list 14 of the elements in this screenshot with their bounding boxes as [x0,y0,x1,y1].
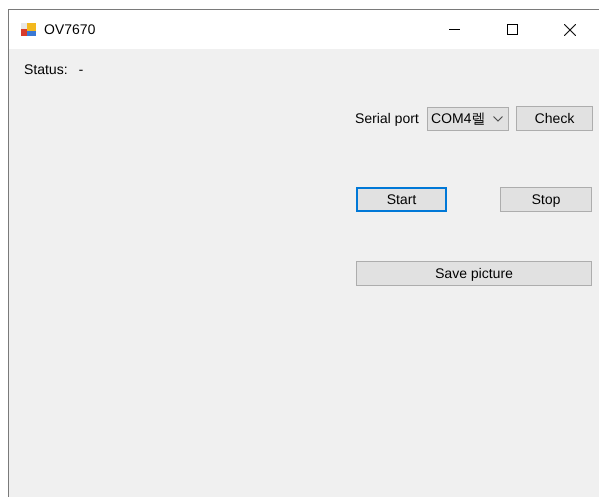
app-icon [21,22,37,38]
maximize-icon [506,24,518,35]
chevron-down-icon [493,116,503,122]
minimize-icon [448,29,460,30]
window-title: OV7670 [44,20,96,39]
action-button[interactable]: Stop [500,187,592,212]
close-icon [564,24,576,36]
serial-port-label: Serial port [355,109,420,128]
action-button[interactable]: Start [356,187,447,212]
status-value: - [78,60,84,79]
action-button[interactable]: Save picture [356,261,592,286]
port-dropdown[interactable]: COM4렐 [427,106,509,130]
action-button[interactable]: Check [516,106,593,131]
status-label: Status: [24,60,68,79]
